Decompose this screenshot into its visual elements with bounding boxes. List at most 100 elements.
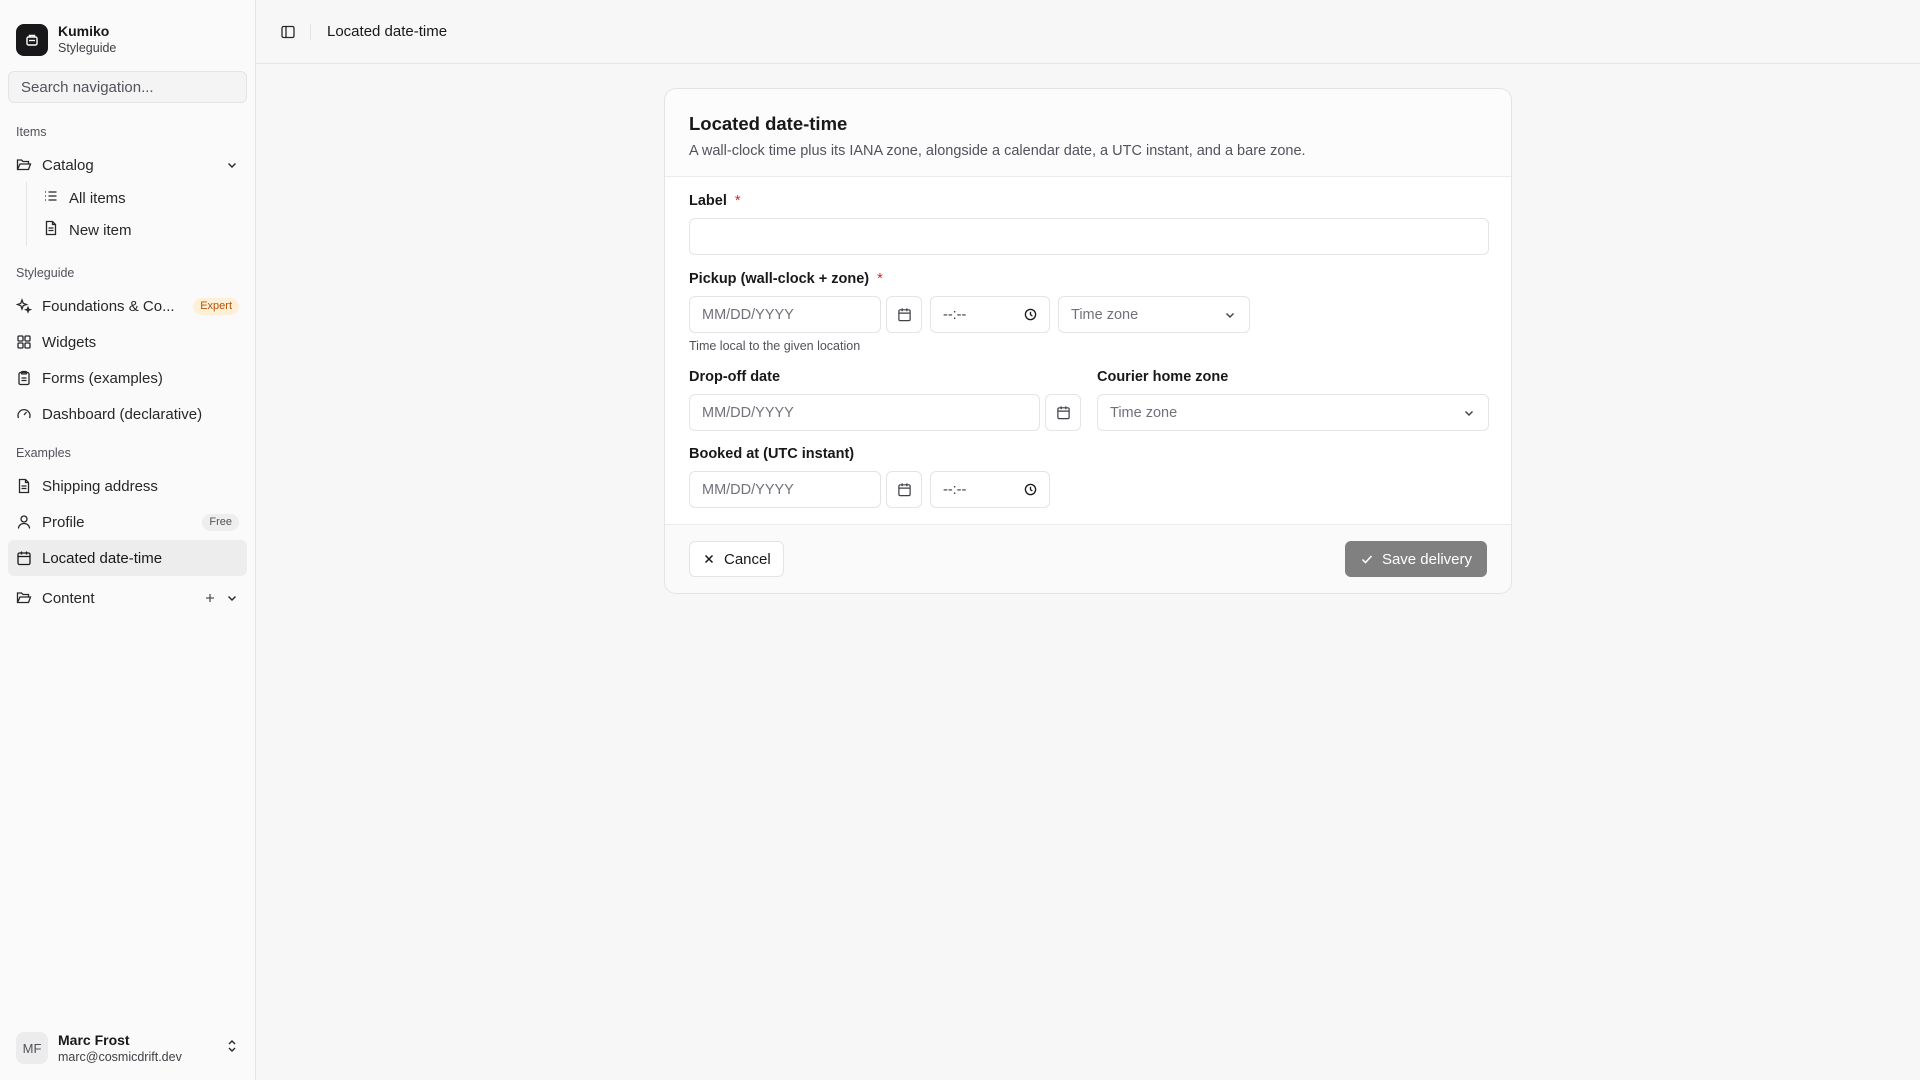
button-label: Cancel	[724, 550, 771, 568]
breadcrumb: Located date-time	[327, 23, 448, 40]
label-input[interactable]	[689, 218, 1489, 255]
section-label-styleguide: Styleguide	[16, 266, 75, 280]
chevron-down-icon[interactable]	[225, 158, 239, 172]
sidebar-item-dashboard[interactable]: Dashboard (declarative)	[8, 396, 247, 432]
chevron-down-icon	[1465, 410, 1473, 416]
sparkles-icon	[16, 298, 32, 314]
form-title: Located date-time	[689, 113, 848, 134]
pickup-field-label: Pickup (wall-clock + zone) *	[689, 270, 1487, 288]
required-marker: *	[734, 193, 741, 209]
sidebar-item-label: Dashboard (declarative)	[42, 405, 203, 423]
sidebar-item-new-item[interactable]: New item	[35, 214, 255, 246]
select-placeholder: Time zone	[1110, 404, 1178, 421]
form-description: A wall-clock time plus its IANA zone, al…	[689, 143, 1306, 159]
dropoff-calendar-button[interactable]	[1045, 394, 1081, 431]
courier-zone-select[interactable]: Time zone	[1097, 394, 1489, 431]
select-placeholder: Time zone	[1071, 306, 1139, 323]
brand-header[interactable]: Kumiko Styleguide	[0, 0, 255, 64]
chevron-down-icon[interactable]	[225, 591, 239, 605]
brand-subtitle: Styleguide	[58, 41, 117, 55]
sidebar-item-label: Foundations & Co...	[42, 297, 175, 315]
user-name: Marc Frost	[58, 1031, 130, 1048]
booked-date-input[interactable]: MM/DD/YYYY	[689, 471, 881, 508]
sidebar-item-shipping-address[interactable]: Shipping address	[8, 468, 247, 504]
folder-open-icon	[16, 590, 32, 606]
sidebar-item-label: Widgets	[42, 333, 97, 351]
search-navigation-input[interactable]: Search navigation...	[8, 71, 247, 103]
sidebar-item-profile[interactable]: Profile Free	[8, 504, 247, 540]
file-text-icon	[16, 478, 32, 494]
folder-open-icon	[16, 157, 32, 173]
user-menu[interactable]: MF Marc Frost marc@cosmicdrift.dev	[8, 1024, 247, 1072]
field-label-text: Pickup (wall-clock + zone)	[689, 271, 870, 287]
grid-icon	[16, 334, 32, 350]
pickup-time-input[interactable]: --:--	[930, 296, 1050, 333]
section-label-examples: Examples	[16, 446, 71, 460]
sidebar-item-label: All items	[69, 189, 126, 207]
calendar-icon	[897, 308, 911, 322]
chevrons-up-down-icon	[225, 1039, 239, 1057]
sidebar-item-forms[interactable]: Forms (examples)	[8, 360, 247, 396]
file-text-icon	[43, 220, 59, 240]
sidebar-item-content[interactable]: Content	[8, 580, 247, 616]
label-field-label: Label *	[689, 192, 1487, 210]
clipboard-icon	[16, 370, 32, 386]
clock-icon	[1024, 483, 1037, 496]
free-badge: Free	[202, 513, 239, 531]
save-delivery-button[interactable]: Save delivery	[1344, 541, 1487, 577]
field-label-text: Drop-off date	[689, 369, 781, 385]
located-date-time-form: Located date-time A wall-clock time plus…	[664, 88, 1512, 594]
sidebar-item-label: Profile	[42, 513, 85, 531]
sidebar-item-label: Located date-time	[42, 549, 163, 567]
booked-time-input[interactable]: --:--	[930, 471, 1050, 508]
sidebar-item-label: Catalog	[42, 156, 94, 174]
sidebar-item-label: New item	[69, 221, 132, 239]
brand-logo-icon	[16, 23, 48, 56]
dropoff-date-input[interactable]: MM/DD/YYYY	[689, 394, 1040, 431]
gauge-icon	[16, 406, 32, 422]
calendar-icon	[1056, 406, 1070, 420]
pickup-zone-select[interactable]: Time zone	[1058, 296, 1250, 333]
time-placeholder: --:--	[943, 481, 967, 498]
button-label: Save delivery	[1381, 550, 1472, 568]
user-email: marc@cosmicdrift.dev	[58, 1049, 182, 1064]
calendar-icon	[897, 483, 911, 497]
plus-icon[interactable]	[203, 591, 217, 605]
brand-name: Kumiko	[58, 23, 110, 39]
main-content: Located date-time Located date-time A wa…	[256, 0, 1920, 1080]
chevron-down-icon	[1226, 312, 1234, 318]
field-label-text: Booked at (UTC instant)	[689, 446, 855, 462]
close-icon	[704, 554, 714, 564]
sidebar-item-label: Content	[42, 589, 95, 607]
field-label-text: Courier home zone	[1097, 369, 1229, 385]
booked-field-label: Booked at (UTC instant)	[689, 445, 1487, 463]
sidebar-item-all-items[interactable]: All items	[35, 182, 255, 214]
check-icon	[1361, 555, 1373, 564]
sidebar-item-label: Forms (examples)	[42, 369, 163, 387]
sidebar-item-widgets[interactable]: Widgets	[8, 324, 247, 360]
sidebar-item-foundations[interactable]: Foundations & Co... Expert	[8, 288, 247, 324]
user-icon	[16, 514, 32, 530]
time-placeholder: --:--	[943, 306, 967, 323]
courier-field-label: Courier home zone	[1097, 368, 1489, 386]
pickup-calendar-button[interactable]	[886, 296, 922, 333]
dropoff-field-label: Drop-off date	[689, 368, 1081, 386]
sidebar: Kumiko Styleguide Search navigation... I…	[0, 0, 256, 1080]
cancel-button[interactable]: Cancel	[689, 541, 784, 577]
list-icon	[43, 188, 59, 208]
sidebar-toggle-icon[interactable]	[276, 20, 300, 44]
top-bar: Located date-time	[256, 0, 1920, 64]
pickup-date-input[interactable]: MM/DD/YYYY	[689, 296, 881, 333]
required-marker: *	[877, 271, 883, 287]
divider	[310, 23, 311, 40]
sidebar-item-located-date-time[interactable]: Located date-time	[8, 540, 247, 576]
clock-icon	[1024, 308, 1037, 321]
calendar-icon	[16, 550, 32, 566]
avatar: MF	[16, 1032, 48, 1064]
sidebar-item-label: Shipping address	[42, 477, 158, 495]
booked-calendar-button[interactable]	[886, 471, 922, 508]
section-label-items: Items	[16, 125, 47, 139]
sidebar-item-catalog[interactable]: Catalog	[8, 148, 247, 182]
field-label-text: Label	[689, 193, 727, 209]
expert-badge: Expert	[193, 297, 239, 315]
